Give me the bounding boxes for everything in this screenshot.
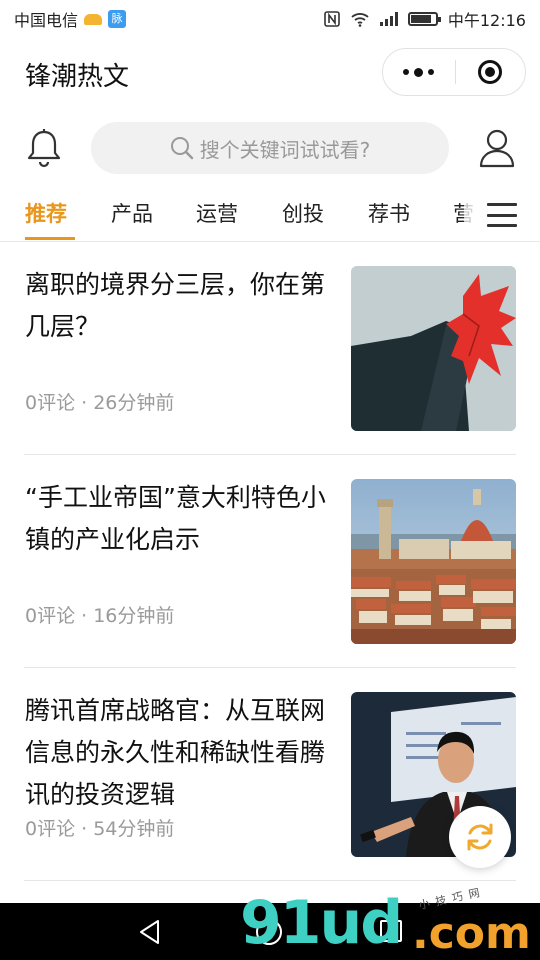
category-tabs: 推荐 产品 运营 创投 荐书 营 xyxy=(0,190,540,242)
battery-icon xyxy=(407,12,441,26)
search-placeholder: 搜个关键词试试看? xyxy=(199,137,371,162)
status-bar: 中国电信 脉 中午12:16 xyxy=(0,0,540,38)
close-button[interactable] xyxy=(456,49,526,95)
profile-button[interactable] xyxy=(478,128,516,168)
article-meta: 0评论 · 26分钟前 xyxy=(25,392,175,414)
miniprogram-capsule xyxy=(382,48,526,96)
article-title: “手工业帝国”意大利特色小镇的产业化启示 xyxy=(25,483,326,554)
weather-icon xyxy=(84,13,103,25)
search-input[interactable]: 搜个关键词试试看? xyxy=(91,122,449,174)
red-leaf-illustration xyxy=(351,266,516,431)
active-tab-indicator xyxy=(25,237,75,240)
search-icon xyxy=(170,137,193,160)
refresh-button[interactable] xyxy=(449,806,511,868)
bell-icon xyxy=(27,129,61,168)
close-target-icon xyxy=(478,60,503,84)
article-item[interactable]: “手工业帝国”意大利特色小镇的产业化启示 0评论 · 16分钟前 xyxy=(0,455,540,668)
notifications-button[interactable] xyxy=(26,128,62,168)
more-dots-icon xyxy=(403,67,435,77)
app-title: 锋潮热文 xyxy=(25,62,130,92)
article-meta: 0评论 · 16分钟前 xyxy=(25,605,175,627)
app-badge: 脉 xyxy=(108,10,127,28)
wifi-icon xyxy=(351,13,369,27)
article-title: 腾讯首席战略官：从互联网信息的永久性和稀缺性看腾讯的投资逻辑 xyxy=(25,696,326,809)
nfc-icon xyxy=(324,11,340,27)
tab-operations[interactable]: 运营 xyxy=(196,198,238,228)
more-button[interactable] xyxy=(383,49,455,95)
tab-books[interactable]: 荐书 xyxy=(368,198,410,228)
app-header: 锋潮热文 xyxy=(0,38,540,106)
hamburger-menu-icon xyxy=(487,203,517,227)
article-thumbnail xyxy=(351,479,516,644)
site-watermark: 91ud .com 小技巧网 xyxy=(240,885,531,958)
article-separator xyxy=(24,880,516,881)
article-meta: 0评论 · 54分钟前 xyxy=(25,818,175,840)
tab-recommended[interactable]: 推荐 xyxy=(25,198,67,228)
search-row: 搜个关键词试试看? xyxy=(0,118,540,176)
tab-venture[interactable]: 创投 xyxy=(282,198,324,228)
article-thumbnail xyxy=(351,266,516,431)
carrier-label: 中国电信 xyxy=(14,11,79,30)
user-icon xyxy=(479,129,515,168)
clock: 中午12:16 xyxy=(447,11,526,30)
refresh-icon xyxy=(467,823,493,851)
florence-cityscape-photo xyxy=(351,479,516,644)
back-icon[interactable] xyxy=(138,919,162,945)
signal-icon xyxy=(379,12,398,26)
watermark-main: 91ud xyxy=(240,888,403,958)
article-item[interactable]: 离职的境界分三层，你在第几层？ 0评论 · 26分钟前 xyxy=(0,242,540,455)
watermark-suffix: .com xyxy=(412,908,531,959)
article-title: 离职的境界分三层，你在第几层？ xyxy=(25,270,326,341)
tab-product[interactable]: 产品 xyxy=(111,198,153,228)
category-menu-button[interactable] xyxy=(464,190,540,240)
